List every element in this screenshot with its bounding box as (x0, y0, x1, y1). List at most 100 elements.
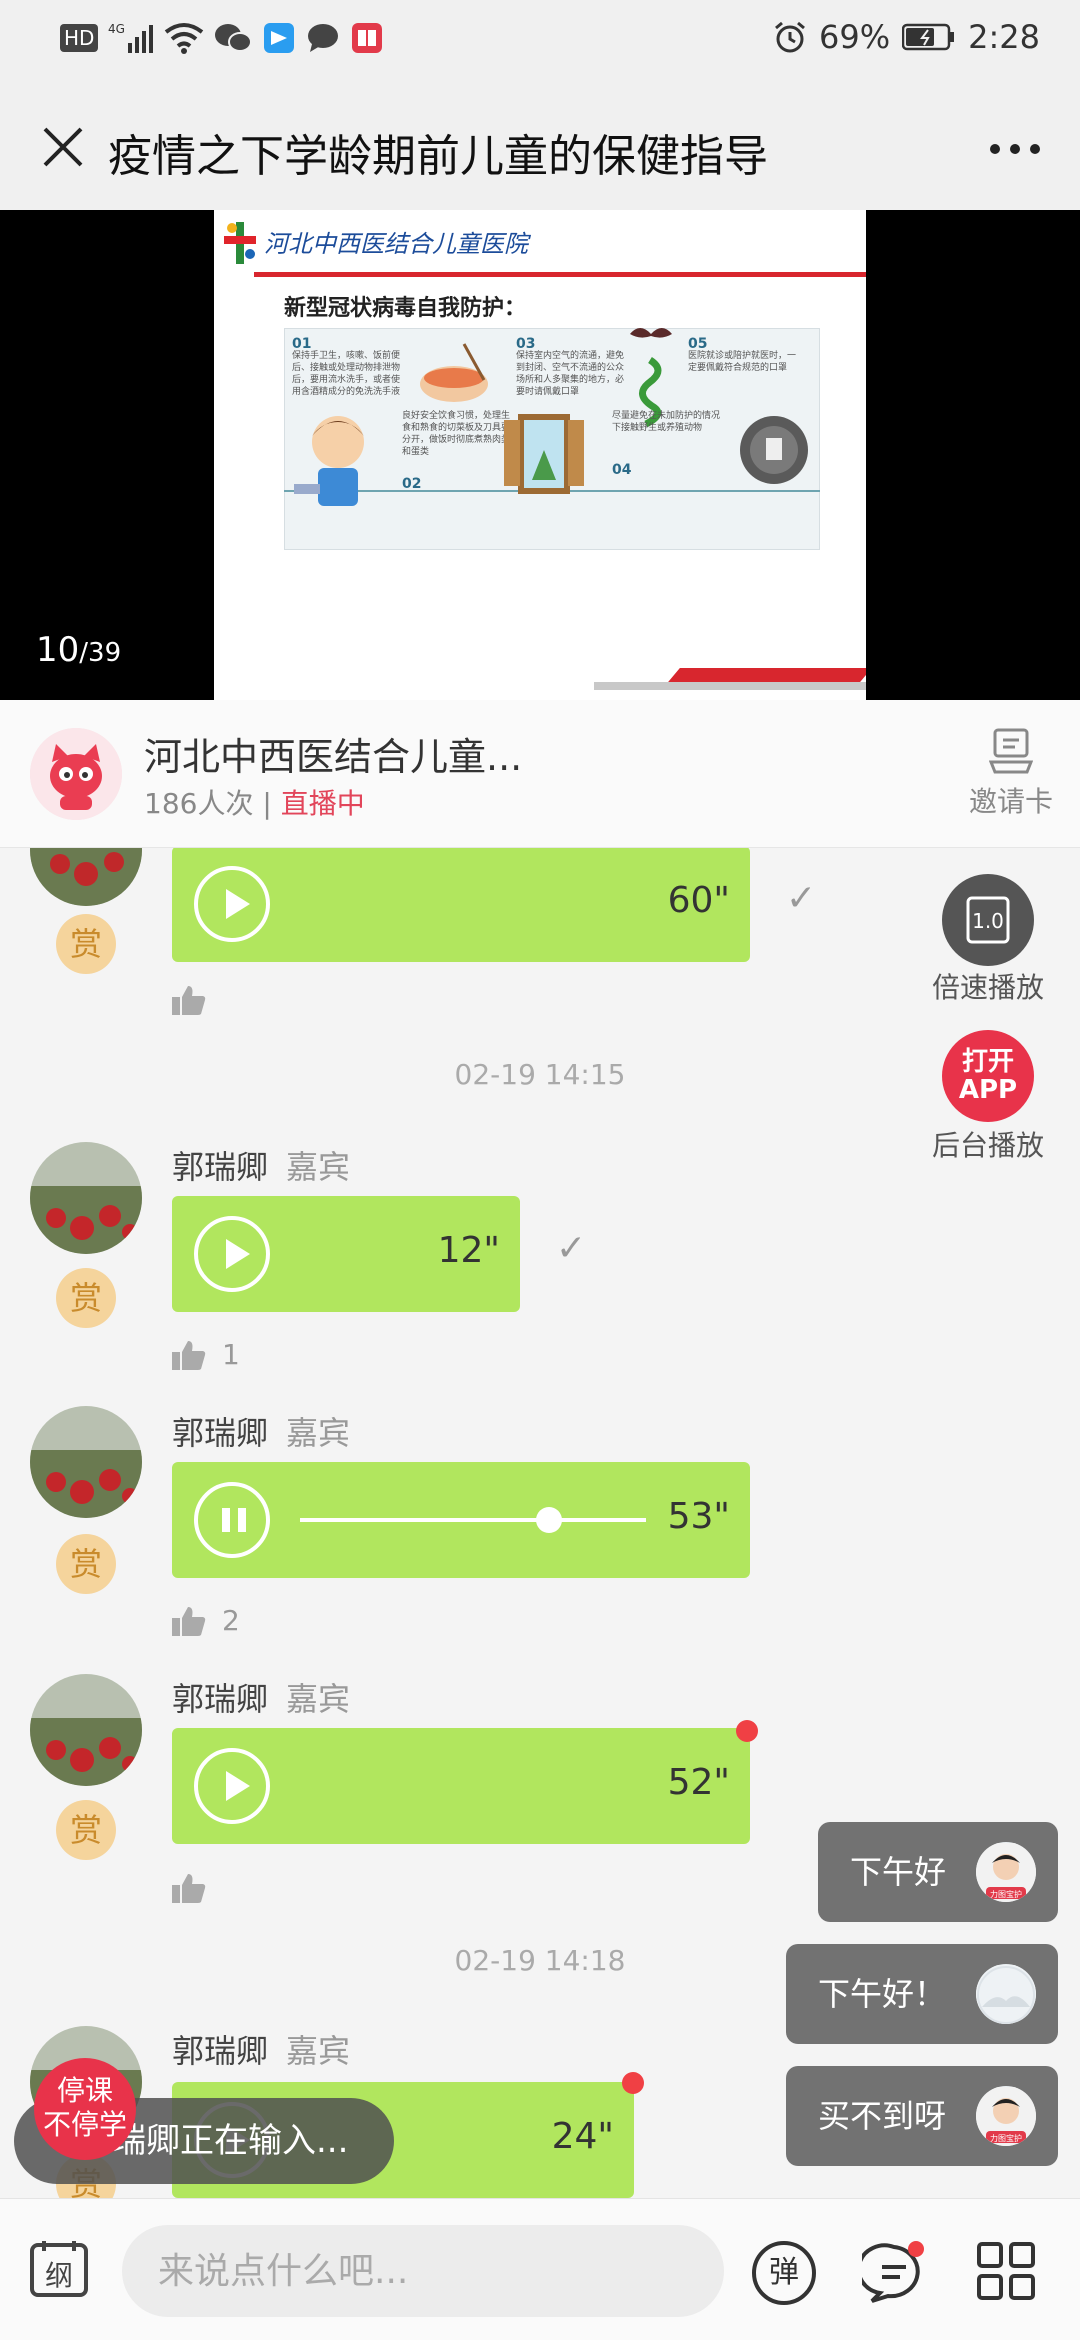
like-button[interactable] (172, 1872, 206, 1904)
speed-icon: 1.0 (966, 896, 1010, 944)
unread-dot (622, 2072, 644, 2094)
presentation-slide: 河北中西医结合儿童医院 新型冠状病毒自我防护： 01 保持手卫生，咳嗽、饭前便后… (214, 210, 866, 700)
page-title: 疫情之下学龄期前儿童的保健指导 (108, 131, 768, 182)
host-avatar[interactable] (30, 728, 122, 820)
more-grid-button[interactable] (976, 2241, 1036, 2301)
sender-avatar[interactable] (30, 1142, 142, 1254)
book-app-icon (350, 20, 384, 56)
play-icon[interactable] (194, 1748, 270, 1824)
app-notification-icon (262, 20, 296, 56)
outline-button[interactable]: 纲 (28, 2237, 90, 2299)
sender-name: 郭瑞卿 嘉宾 (172, 1680, 351, 1718)
open-app-line2: APP (958, 1075, 1018, 1105)
open-app-button[interactable]: 打开 APP (942, 1030, 1034, 1122)
bottom-input-bar: 纲 弹 (0, 2198, 1080, 2340)
sender-role: 嘉宾 (286, 1414, 351, 1452)
slide-footer-red (668, 668, 866, 682)
close-icon[interactable] (28, 112, 98, 182)
floating-comment-text: 买不到呀 (818, 2097, 947, 2135)
floating-comment: 下午好！ (786, 1944, 1058, 2044)
sender-role: 嘉宾 (286, 1148, 351, 1186)
audio-progress-slider[interactable] (300, 1507, 646, 1533)
sender-avatar[interactable] (30, 1674, 142, 1786)
commenter-avatar (976, 1964, 1036, 2024)
play-icon[interactable] (194, 866, 270, 942)
pause-icon[interactable] (194, 1482, 270, 1558)
viewer-count: 186人次 (144, 787, 254, 820)
sender-avatar[interactable] (30, 1406, 142, 1518)
like-button[interactable] (172, 984, 206, 1016)
clock-time: 2:28 (968, 18, 1040, 56)
hospital-logo-icon (224, 222, 256, 264)
sender-name: 郭瑞卿 嘉宾 (172, 1414, 351, 1452)
playback-speed-label: 倍速播放 (931, 971, 1044, 1004)
thumbs-up-icon (172, 1606, 206, 1636)
message-icon (306, 20, 340, 56)
live-status: 直播中 (280, 787, 365, 820)
invite-card-label: 邀请卡 (968, 785, 1053, 818)
svg-text:1.0: 1.0 (972, 909, 1004, 933)
wifi-icon (164, 20, 204, 56)
danmu-toggle-button[interactable]: 弹 (752, 2241, 816, 2305)
tip-badge[interactable]: 赏 (56, 1268, 116, 1328)
meta-separator: | (253, 787, 281, 820)
tip-badge[interactable]: 赏 (56, 1534, 116, 1594)
floating-comment: 买不到呀 力图宝护 (786, 2066, 1058, 2166)
svg-text:力图宝护: 力图宝护 (990, 1889, 1022, 1899)
voice-duration: 24" (551, 2116, 614, 2157)
voice-message-bubble[interactable]: 12" (172, 1196, 520, 1312)
sender-name: 郭瑞卿 嘉宾 (172, 2032, 351, 2070)
like-button[interactable]: 2 (172, 1604, 240, 1637)
unread-dot (736, 1720, 758, 1742)
audio-progress-knob[interactable] (536, 1507, 563, 1533)
voice-duration: 53" (667, 1496, 730, 1537)
comment-input[interactable] (122, 2225, 724, 2317)
background-play-label[interactable]: 后台播放 (908, 1124, 1068, 1164)
host-meta: 186人次 | 直播中 (144, 782, 365, 822)
thumbs-up-icon (172, 1340, 206, 1370)
status-left: HD 4G (60, 20, 384, 56)
slide-header-line (254, 272, 866, 277)
battery-percent: 69% (819, 18, 891, 56)
sender-role: 嘉宾 (286, 1680, 351, 1718)
voice-message-bubble-playing[interactable]: 53" (172, 1462, 750, 1578)
stop-class-badge[interactable]: 停课 不停学 (34, 2058, 136, 2160)
svg-text:力图宝护: 力图宝护 (990, 2133, 1022, 2143)
slide-step-02: 良好安全饮食习惯，处理生食和熟食的切菜板及刀具要分开，做饭时彻底煮熟肉类和蛋类 … (402, 411, 511, 492)
video-player[interactable]: 河北中西医结合儿童医院 新型冠状病毒自我防护： 01 保持手卫生，咳嗽、饭前便后… (0, 210, 1080, 700)
grid-icon (977, 2242, 1035, 2300)
audio-progress-fill (300, 1518, 550, 1522)
invite-card-button[interactable]: 邀请卡 (958, 728, 1064, 820)
status-right: 69% 2:28 (773, 18, 1040, 56)
slide-org-name: 河北中西医结合儿童医院 (264, 230, 528, 258)
voice-message-bubble[interactable]: 60" (172, 848, 750, 962)
slide-page-indicator: 10/39 (36, 630, 122, 670)
battery-icon (902, 19, 956, 55)
slide-step-04: 尽量避免在未加防护的情况下接触野生或养殖动物 04 (612, 411, 721, 478)
slide-footer-grey (594, 682, 866, 690)
sent-check-icon: ✓ (786, 878, 817, 919)
open-app-line1: 打开 (961, 1047, 1014, 1077)
tip-badge[interactable]: 赏 (56, 914, 116, 974)
floating-comment-text: 下午好！ (818, 1975, 947, 2013)
host-name[interactable]: 河北中西医结合儿童... (144, 726, 522, 781)
more-options-icon[interactable] (980, 112, 1050, 182)
sender-avatar[interactable] (30, 848, 142, 906)
commenter-avatar: 力图宝护 (976, 1842, 1036, 1902)
comments-button[interactable] (856, 2241, 926, 2305)
playback-speed-button[interactable]: 1.0 (942, 874, 1034, 966)
host-info-bar: 河北中西医结合儿童... 186人次 | 直播中 邀请卡 (0, 700, 1080, 848)
outline-icon: 纲 (30, 2241, 88, 2297)
tip-badge[interactable]: 赏 (56, 1800, 116, 1860)
play-icon[interactable] (194, 1216, 270, 1292)
signal-icon: 4G (108, 20, 154, 56)
invite-card-icon (989, 728, 1033, 774)
face-mask-illustration (740, 416, 808, 484)
voice-message-bubble[interactable]: 52" (172, 1728, 750, 1844)
sender-role: 嘉宾 (286, 2032, 351, 2070)
sender-name: 郭瑞卿 嘉宾 (172, 1148, 351, 1186)
alarm-clock-icon (773, 19, 807, 55)
like-count: 1 (222, 1338, 240, 1371)
like-button[interactable]: 1 (172, 1338, 240, 1371)
sent-check-icon: ✓ (556, 1228, 587, 1269)
